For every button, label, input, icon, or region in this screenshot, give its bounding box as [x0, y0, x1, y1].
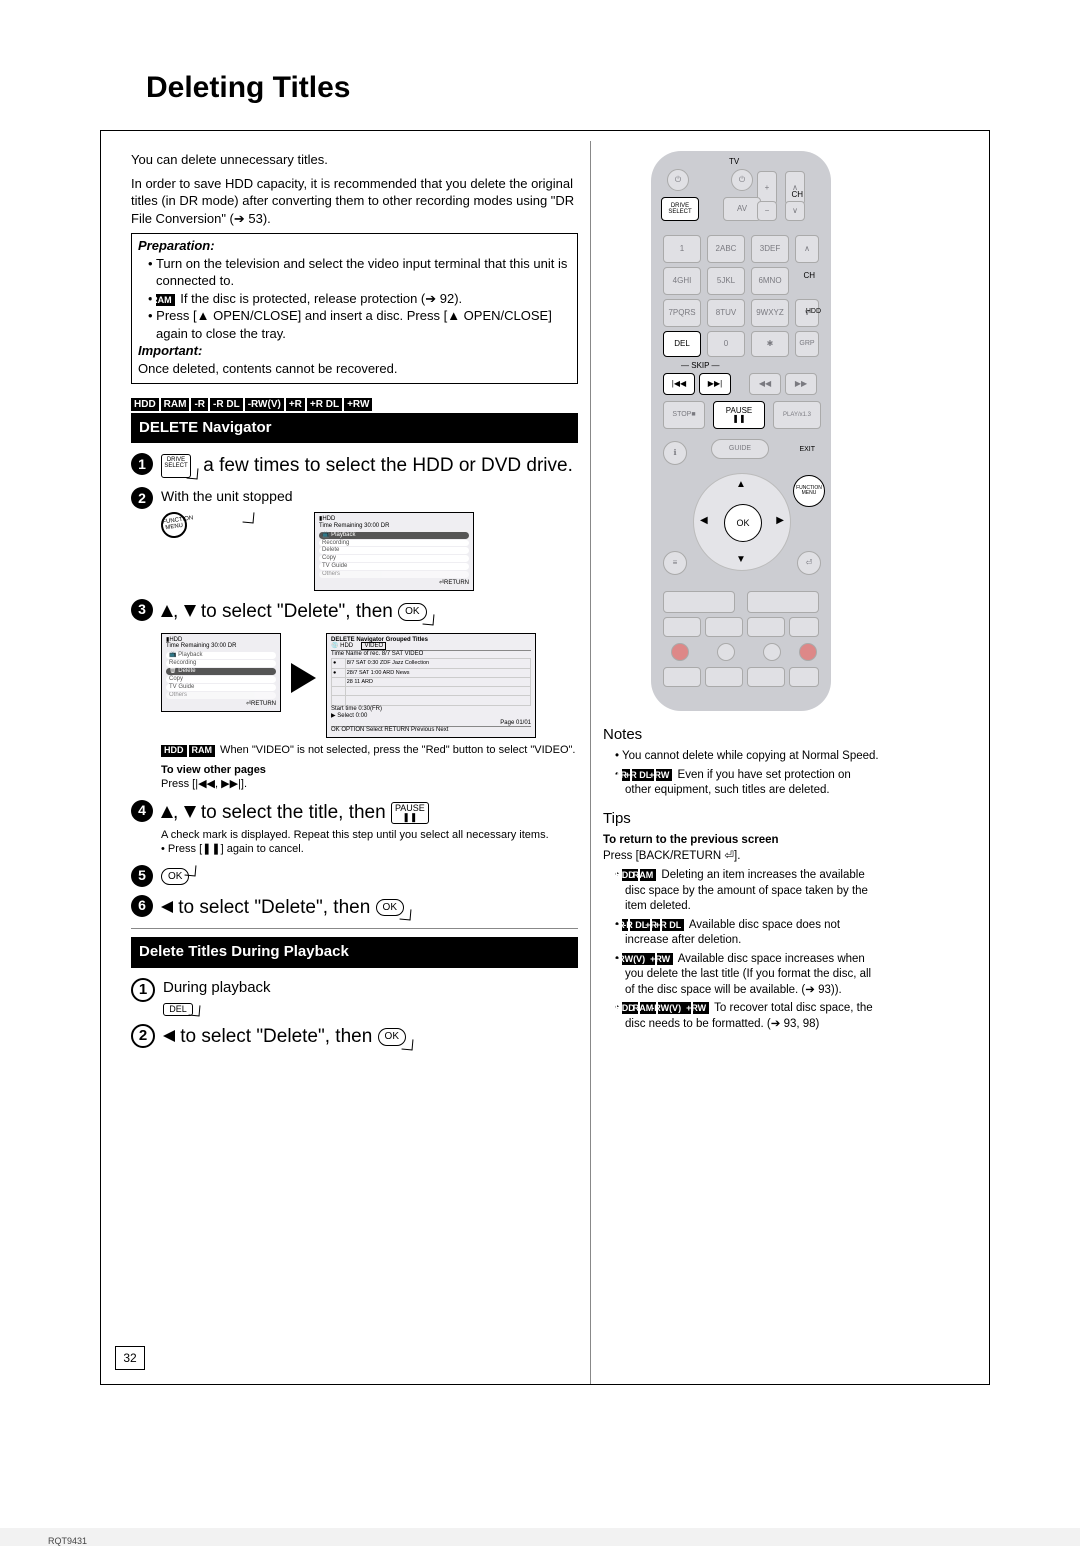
tip-item: -RW(V)+RW Available disc space increases… — [615, 952, 879, 999]
step-3: 3 , to select "Delete", then OK — [131, 599, 578, 625]
right-column: TV ⏻ ⏻ + ∧ CH DRIVE SELECT AV − ∨ 1 2ABC… — [591, 141, 891, 1384]
delete-navigator-header: DELETE Navigator — [131, 413, 578, 443]
step-4: 4 , to select the title, then PAUSE❚❚ A … — [131, 800, 578, 857]
step-number: 3 — [131, 599, 153, 621]
step-1-text: a few times to select the HDD or DVD dri… — [203, 455, 573, 476]
step-number: 2 — [131, 487, 153, 509]
step-5: 5 OK — [131, 865, 578, 887]
osd-delete-navigator-list: DELETE Navigator Grouped Titles 💿 HDD VI… — [326, 633, 536, 739]
tips-list: HDDRAM Deleting an item increases the av… — [603, 868, 879, 1032]
step-1: 1 DRIVE SELECT a few times to select the… — [131, 453, 578, 479]
notes-header: Notes — [603, 725, 879, 745]
pb-step-1-text: During playback — [163, 979, 271, 996]
prep-item: RAM If the disc is protected, release pr… — [148, 290, 571, 308]
important-text: Once deleted, contents cannot be recover… — [138, 360, 571, 378]
remote-control: TV ⏻ ⏻ + ∧ CH DRIVE SELECT AV − ∨ 1 2ABC… — [651, 151, 831, 711]
page-title: Deleting Titles — [146, 71, 351, 105]
doc-id: RQT9431 — [48, 1536, 87, 1546]
left-column: You can delete unnecessary titles. In or… — [101, 141, 591, 1384]
step-2: 2 With the unit stopped FUNCTION MENU ▮H… — [131, 487, 578, 591]
remote-drive-select-button[interactable]: DRIVE SELECT — [661, 197, 699, 221]
step-3-text: to select "Delete", then — [196, 601, 399, 622]
step-6: 6 to select "Delete", then OK — [131, 895, 578, 921]
step-6-text: to select "Delete", then — [173, 897, 376, 918]
tips-header: Tips — [603, 809, 879, 829]
step-4-note1: A check mark is displayed. Repeat this s… — [161, 829, 549, 843]
arrow-right-icon — [291, 663, 316, 693]
step-3-note: HDDRAM When "VIDEO" is not selected, pre… — [161, 744, 578, 758]
tip-item: HDDRAM-RW(V)+RW To recover total disc sp… — [615, 1001, 879, 1032]
delete-during-playback-header: Delete Titles During Playback — [131, 937, 578, 967]
note-item: +R+R DL+RW Even if you have set protecti… — [615, 768, 879, 799]
media-tags: HDDRAM-R-R DL-RW(V)+R+R DL+RW — [131, 394, 578, 412]
step-4-text: to select the title, then — [196, 802, 391, 823]
step-number: 2 — [131, 1024, 155, 1048]
remote-del-button[interactable]: DEL — [663, 331, 701, 357]
pb-step-1: 1 During playback DEL — [131, 978, 578, 1016]
view-other-pages-tx: Press [|◀◀, ▶▶|]. — [161, 778, 247, 790]
tip-item: -R-R DL+R+R DL Available disc space does… — [615, 918, 879, 949]
preparation-header: Preparation: — [138, 237, 571, 255]
function-menu-icon: FUNCTION MENU — [159, 510, 188, 539]
osd-function-menu-delete: ▮HDD Time Remaining 30:00 DR 📺 Playback … — [161, 633, 281, 712]
notes-list: You cannot delete while copying at Norma… — [603, 749, 879, 799]
pause-icon: PAUSE❚❚ — [391, 802, 429, 824]
view-other-pages-hd: To view other pages — [161, 764, 266, 776]
remote-function-menu-button[interactable]: FUNCTION MENU — [793, 475, 825, 507]
remote-skip-prev-button[interactable]: |◀◀ — [663, 373, 695, 395]
prep-item: Turn on the television and select the vi… — [148, 255, 571, 290]
remote-skip-next-button[interactable]: ▶▶| — [699, 373, 731, 395]
tip-item: HDDRAM Deleting an item increases the av… — [615, 868, 879, 915]
tip-return-text: Press [BACK/RETURN ⏎]. — [603, 850, 740, 862]
remote-nav-ring[interactable]: ▲ ▼ ◀ ▶ OK — [693, 473, 791, 571]
osd-function-menu: ▮HDD Time Remaining 30:00 DR 📺 Playback … — [314, 512, 474, 591]
preparation-box: Preparation: Turn on the television and … — [131, 233, 578, 383]
pb-step-2: 2 to select "Delete", then OK — [131, 1024, 578, 1050]
intro-text-2: In order to save HDD capacity, it is rec… — [131, 175, 578, 228]
step-number: 1 — [131, 978, 155, 1002]
step-2-text: With the unit stopped — [161, 488, 293, 504]
step-number: 1 — [131, 453, 153, 475]
tip-return-header: To return to the previous screen — [603, 834, 779, 846]
step-number: 4 — [131, 800, 153, 822]
step-number: 6 — [131, 895, 153, 917]
step-number: 5 — [131, 865, 153, 887]
important-header: Important: — [138, 342, 571, 360]
note-item: You cannot delete while copying at Norma… — [615, 749, 879, 765]
page-number: 32 — [115, 1346, 145, 1370]
intro-text-1: You can delete unnecessary titles. — [131, 151, 578, 169]
remote-ok-button[interactable]: OK — [724, 504, 762, 542]
step-4-note2: • Press [❚❚] again to cancel. — [161, 843, 549, 857]
remote-pause-button[interactable]: PAUSE❚❚ — [713, 401, 765, 429]
pb-step-2-text: to select "Delete", then — [175, 1026, 378, 1047]
prep-item: Press [▲ OPEN/CLOSE] and insert a disc. … — [148, 307, 571, 342]
